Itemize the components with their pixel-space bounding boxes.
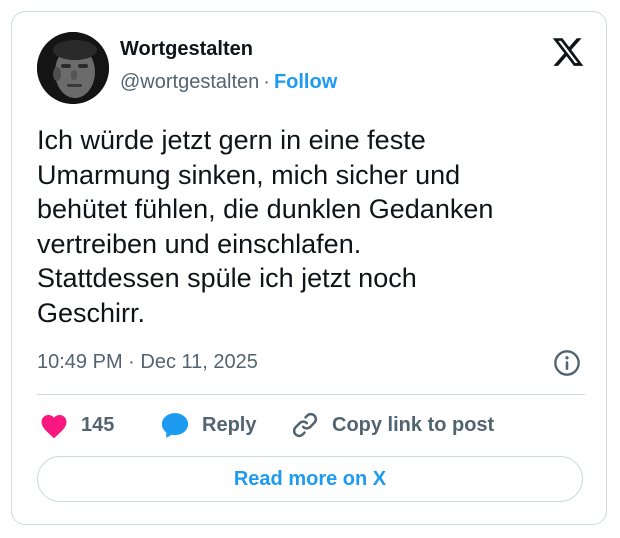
post-timestamp[interactable]: 10:49 PM · Dec 11, 2025 — [37, 351, 258, 374]
post-text-line: Geschirr. — [37, 297, 146, 328]
like-button[interactable]: 145 — [39, 410, 114, 440]
follow-button[interactable]: Follow — [274, 71, 337, 93]
copy-link-button[interactable]: Copy link to post — [290, 410, 494, 440]
heart-icon — [41, 415, 67, 439]
read-more-label: Read more on X — [233, 467, 387, 490]
author-handle-row: @wortgestalten · Follow — [120, 71, 337, 94]
info-icon[interactable] — [553, 349, 581, 377]
like-count: 145 — [81, 413, 115, 436]
avatar[interactable] — [37, 32, 109, 104]
embedded-post-card: Wortgestalten @wortgestalten · Follow Ich … — [11, 11, 607, 525]
post-text-line: Umarmung sinken, mich sicher und — [37, 159, 461, 190]
post-text-line: vertreiben und einschlafen. — [37, 228, 362, 259]
author-handle[interactable]: @wortgestalten — [120, 71, 259, 93]
author-name[interactable]: Wortgestalten — [120, 38, 253, 61]
avatar-photo — [37, 32, 109, 104]
speech-bubble-icon — [161, 413, 189, 438]
divider — [37, 394, 585, 395]
post-text-line: Stattdessen spüle ich jetzt noch — [37, 263, 417, 293]
reply-button[interactable]: Reply — [160, 410, 256, 440]
post-text: Ich würde jetzt gern in eine feste Umarm… — [37, 123, 577, 330]
link-icon — [292, 412, 318, 438]
x-logo-icon[interactable] — [551, 35, 585, 69]
post-text-line: Ich würde jetzt gern in eine feste — [37, 125, 426, 155]
post-text-line: behütet fühlen, die dunklen Gedanken — [37, 194, 494, 224]
copy-link-label: Copy link to post — [332, 413, 495, 436]
read-more-button[interactable]: Read more on X — [37, 456, 583, 502]
reply-label: Reply — [202, 413, 257, 436]
separator-dot: · — [263, 71, 270, 93]
